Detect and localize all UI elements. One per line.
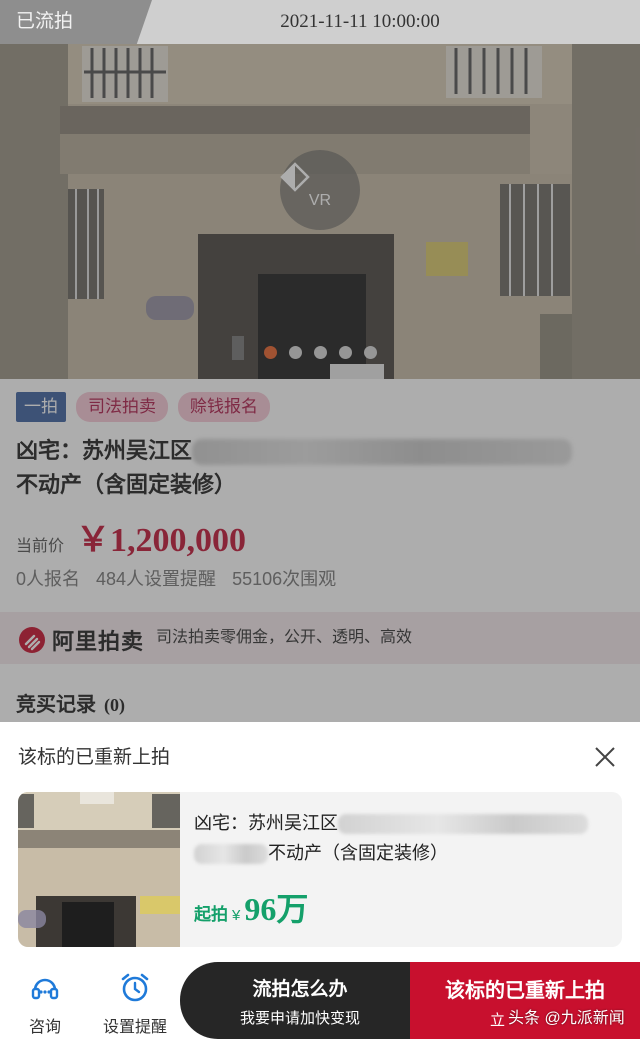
alarm-clock-icon xyxy=(121,973,149,1002)
failed-auction-help-title: 流拍怎么办 xyxy=(252,979,348,1000)
set-reminder-label: 设置提醒 xyxy=(102,1019,167,1036)
card-title-prefix: 凶宅：苏州吴江区 xyxy=(194,813,338,833)
redacted-address xyxy=(194,844,268,865)
relisted-item-card[interactable]: 凶宅：苏州吴江区 不动产（含固定装修） 起拍 ¥ 96万 xyxy=(18,792,622,947)
sheet-title: 该标的已重新上拍 xyxy=(18,747,171,768)
headset-icon xyxy=(31,978,59,1000)
close-icon[interactable] xyxy=(590,742,620,772)
auction-status-tag: 已流拍 xyxy=(0,0,152,44)
failed-auction-help-button[interactable]: 流拍怎么办 我要申请加快变现 xyxy=(180,962,420,1039)
start-price: 96万 xyxy=(244,891,309,927)
redacted-address xyxy=(338,814,588,835)
set-reminder-button[interactable]: 设置提醒 xyxy=(90,972,180,1037)
card-title-suffix: 不动产（含固定装修） xyxy=(268,843,448,863)
relisted-button-title: 该标的已重新上拍 xyxy=(445,980,605,1002)
auction-time: 2021-11-11 10:00:00 xyxy=(280,11,440,32)
consult-label: 咨询 xyxy=(28,1019,61,1036)
start-price-row: 起拍 ¥ 96万 xyxy=(194,884,308,930)
modal-backdrop[interactable] xyxy=(0,0,640,722)
consult-button[interactable]: 咨询 xyxy=(0,972,90,1037)
failed-auction-help-subtitle: 我要申请加快变现 xyxy=(239,1010,360,1027)
source-watermark: 头条 @九派新闻 xyxy=(508,1010,625,1027)
top-bar: 已流拍 2021-11-11 10:00:00 xyxy=(0,0,640,44)
item-thumbnail xyxy=(18,792,180,947)
currency-symbol: ¥ xyxy=(232,907,241,924)
card-title: 凶宅：苏州吴江区 不动产（含固定装修） xyxy=(194,808,614,868)
start-price-label: 起拍 xyxy=(194,905,228,924)
